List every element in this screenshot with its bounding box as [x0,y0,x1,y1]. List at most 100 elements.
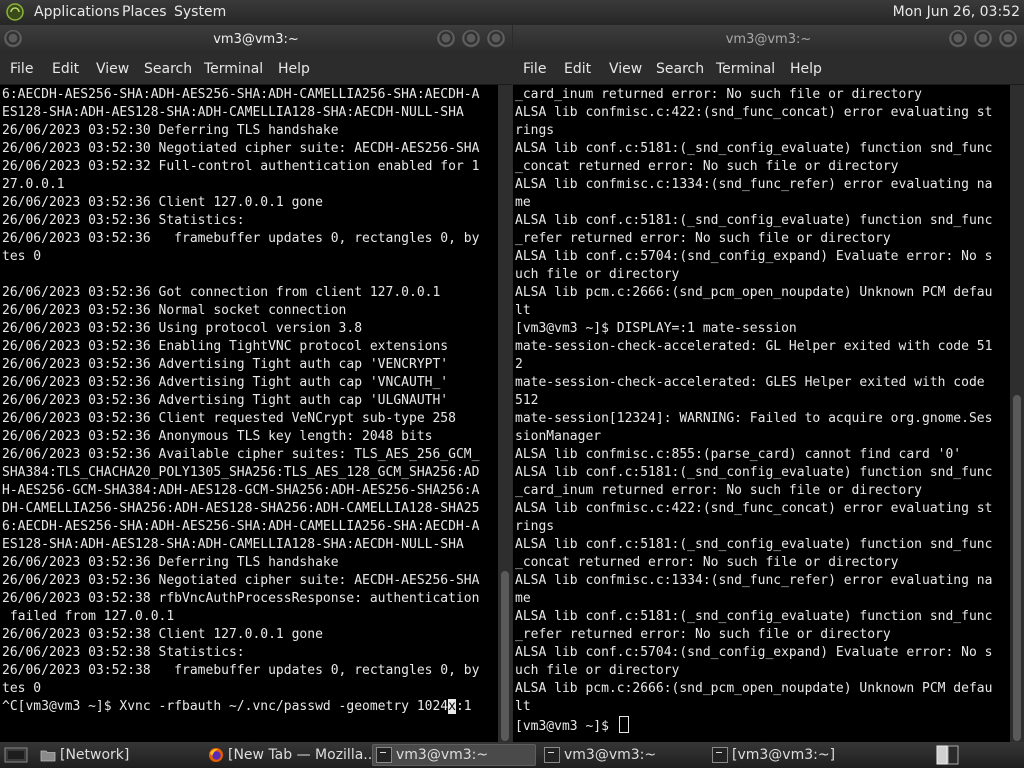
terminal-icon [376,747,392,763]
terminal-line: 26/06/2023 03:52:36 framebuffer updates … [2,231,480,246]
terminal-line: ALSA lib confmisc.c:422:(snd_func_concat… [515,501,993,516]
terminal-line: _card_inum returned error: No such file … [515,87,922,102]
terminal-prompt-line[interactable]: ^C[vm3@vm3 ~]$ Xvnc -rfbauth ~/.vnc/pass… [2,698,498,716]
scrollbar[interactable] [498,85,512,742]
terminal-line: 26/06/2023 03:52:36 Anonymous TLS key le… [2,429,433,444]
mate-logo-icon[interactable] [6,3,24,21]
minimize-button[interactable] [437,30,455,48]
close-button[interactable] [487,30,505,48]
menu-file[interactable]: File [10,61,33,77]
text-cursor: x [448,699,456,714]
terminal-output[interactable]: 6:AECDH-AES256-SHA:ADH-AES256-SHA:ADH-CA… [0,85,498,742]
terminal-window-right[interactable]: vm3@vm3:~ File Edit View Search Terminal… [513,25,1024,742]
terminal-line: 512 [515,393,539,408]
taskbar-item-terminal[interactable]: vm3@vm3:~ [540,744,704,766]
menu-edit[interactable]: Edit [564,61,591,77]
taskbar-item-label: [vm3@vm3:~] [732,747,836,763]
maximize-button[interactable] [462,30,480,48]
terminal-line: ALSA lib conf.c:5181:(_snd_config_evalua… [515,609,993,624]
terminal-line: DH-CAMELLIA256-SHA256:ADH-AES128-SHA256:… [2,501,480,516]
taskbar-item-firefox[interactable]: [New Tab — Mozilla... [204,744,377,766]
scrollbar-thumb[interactable] [1013,395,1021,741]
menu-edit[interactable]: Edit [52,61,79,77]
terminal-line: ALSA lib confmisc.c:1334:(snd_func_refer… [515,177,993,192]
menu-help[interactable]: Help [278,61,310,77]
menu-help[interactable]: Help [790,61,822,77]
menu-bar: File Edit View Search Terminal Help [0,54,512,85]
terminal-line: mate-session[12324]: WARNING: Failed to … [515,411,993,426]
terminal-line: tes 0 [2,681,42,696]
places-menu[interactable]: Places [122,4,167,21]
terminal-line: 26/06/2023 03:52:36 Available cipher sui… [2,447,480,462]
terminal-line: 26/06/2023 03:52:38 rfbVncAuthProcessRes… [2,591,480,606]
terminal-line: 26/06/2023 03:52:36 Negotiated cipher su… [2,573,480,588]
menu-view[interactable]: View [96,61,129,77]
menu-search[interactable]: Search [656,61,704,77]
terminal-line: 26/06/2023 03:52:36 Advertising Tight au… [2,393,449,408]
minimize-button[interactable] [949,30,967,48]
close-button[interactable] [999,30,1017,48]
applications-menu[interactable]: Applications [34,4,120,21]
terminal-line: _concat returned error: No such file or … [515,159,899,174]
firefox-icon [209,748,223,762]
terminal-line: uch file or directory [515,663,680,678]
terminal-line: H-AES256-GCM-SHA384:ADH-AES128-GCM-SHA25… [2,483,480,498]
terminal-line: 26/06/2023 03:52:36 Advertising Tight au… [2,375,449,390]
scrollbar[interactable] [1010,85,1024,742]
menu-file[interactable]: File [523,61,546,77]
terminal-line: 26/06/2023 03:52:36 Using protocol versi… [2,321,363,336]
scrollbar-thumb[interactable] [501,571,509,741]
terminal-line: _refer returned error: No such file or d… [515,627,891,642]
terminal-output[interactable]: _card_inum returned error: No such file … [513,85,1010,742]
terminal-line: 26/06/2023 03:52:36 Client requested VeN… [2,411,456,426]
terminal-line: ALSA lib confmisc.c:855:(parse_card) can… [515,447,962,462]
title-bar[interactable]: vm3@vm3:~ [513,25,1024,54]
terminal-line: 27.0.0.1 [2,177,65,192]
maximize-button[interactable] [974,30,992,48]
terminal-line: ES128-SHA:ADH-AES128-SHA:ADH-CAMELLIA128… [2,105,464,120]
terminal-line: lt [515,699,531,714]
terminal-line: ES128-SHA:ADH-AES128-SHA:ADH-CAMELLIA128… [2,537,464,552]
terminal-line: _card_inum returned error: No such file … [515,483,922,498]
terminal-line: 26/06/2023 03:52:38 Statistics: [2,645,245,660]
clock[interactable]: Mon Jun 26, 03:52 [893,4,1020,21]
terminal-line: lt [515,303,531,318]
terminal-line: 26/06/2023 03:52:32 Full-control authent… [2,159,480,174]
menu-terminal[interactable]: Terminal [204,61,263,77]
workspace-switcher-icon[interactable] [936,745,960,765]
menu-search[interactable]: Search [144,61,192,77]
terminal-line: 2 [515,357,523,372]
terminal-window-left[interactable]: vm3@vm3:~ File Edit View Search Terminal… [0,25,512,742]
terminal-line: tes 0 [2,249,42,264]
title-bar[interactable]: vm3@vm3:~ [0,25,512,54]
taskbar-item-network[interactable]: [Network] [36,744,196,766]
command-text: ^C[vm3@vm3 ~]$ Xvnc -rfbauth ~/.vnc/pass… [2,699,449,714]
terminal-line: 26/06/2023 03:52:36 Advertising Tight au… [2,357,449,372]
terminal-line: 26/06/2023 03:52:38 Client 127.0.0.1 gon… [2,627,323,642]
terminal-line: failed from 127.0.0.1 [2,609,175,624]
terminal-line: _concat returned error: No such file or … [515,555,899,570]
terminal-line: SHA384:TLS_CHACHA20_POLY1305_SHA256:TLS_… [2,465,480,480]
system-menu[interactable]: System [174,4,226,21]
terminal-line: ALSA lib conf.c:5181:(_snd_config_evalua… [515,141,993,156]
terminal-line: ALSA lib pcm.c:2666:(snd_pcm_open_noupda… [515,681,993,696]
terminal-line: 26/06/2023 03:52:36 Deferring TLS handsh… [2,555,339,570]
menu-view[interactable]: View [609,61,642,77]
terminal-line: _refer returned error: No such file or d… [515,231,891,246]
terminal-line: 26/06/2023 03:52:30 Negotiated cipher su… [2,141,480,156]
menu-bar: File Edit View Search Terminal Help [513,54,1024,85]
taskbar-item-terminal-minimized[interactable]: [vm3@vm3:~] [708,744,872,766]
taskbar-item-terminal-active[interactable]: vm3@vm3:~ [372,744,536,766]
menu-terminal[interactable]: Terminal [716,61,775,77]
taskbar: [Network] [New Tab — Mozilla... vm3@vm3:… [0,742,1024,768]
terminal-line: ALSA lib confmisc.c:422:(snd_func_concat… [515,105,993,120]
terminal-line: 26/06/2023 03:52:38 framebuffer updates … [2,663,480,678]
terminal-prompt-line[interactable]: [vm3@vm3 ~]$ [515,716,1010,734]
terminal-line: 6:AECDH-AES256-SHA:ADH-AES256-SHA:ADH-CA… [2,87,480,102]
terminal-line: 26/06/2023 03:52:30 Deferring TLS handsh… [2,123,339,138]
top-panel: Applications Places System Mon Jun 26, 0… [0,0,1024,25]
show-desktop-icon[interactable] [4,746,28,764]
terminal-line: 26/06/2023 03:52:36 Got connection from … [2,285,441,300]
terminal-line: 26/06/2023 03:52:36 Client 127.0.0.1 gon… [2,195,323,210]
